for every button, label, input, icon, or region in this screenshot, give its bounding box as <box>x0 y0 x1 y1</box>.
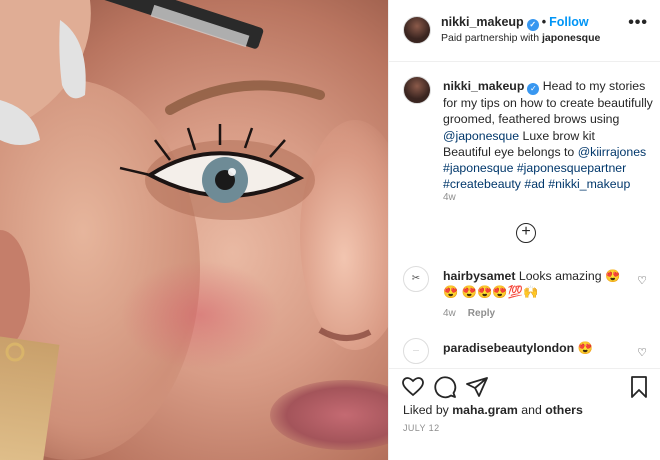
comment-username[interactable]: hairbysamet <box>443 269 515 283</box>
caption-hashtags[interactable]: #japonesque #japonesquepartner #createbe… <box>443 161 630 191</box>
separator-dot: • <box>541 15 547 29</box>
likes-prefix: Liked by <box>403 403 453 417</box>
post-detail-panel: nikki_makeup ✓ • Follow Paid partnership wi… <box>388 0 660 460</box>
verified-badge-icon: ✓ <box>527 83 540 95</box>
like-comment-heart-icon[interactable]: ♡ <box>637 274 647 287</box>
like-heart-icon[interactable] <box>401 375 425 399</box>
post-header: nikki_makeup ✓ • Follow Paid partnership wi… <box>389 0 660 62</box>
caption-avatar[interactable] <box>403 76 431 104</box>
caption-timestamp[interactable]: 4w <box>443 192 456 203</box>
likes-middle: and <box>517 403 546 417</box>
liker-username[interactable]: maha.gram <box>452 403 518 417</box>
mention-japonesque[interactable]: @japonesque <box>443 129 519 143</box>
action-icons-bar <box>401 375 651 401</box>
post-image[interactable] <box>0 0 388 460</box>
reply-button[interactable]: Reply <box>468 308 495 319</box>
caption-text-2: Luxe brow kit <box>519 128 595 143</box>
more-options-icon[interactable]: ••• <box>628 14 648 32</box>
comment-username[interactable]: paradisebeautylondon <box>443 341 574 355</box>
caption-text-3: Beautiful eye belongs to <box>443 144 578 159</box>
comments-list[interactable]: nikki_makeup ✓ Head to my stories for my … <box>389 62 660 368</box>
follow-button[interactable]: Follow <box>549 15 589 29</box>
load-more-comments-icon[interactable]: + <box>516 223 536 243</box>
paid-partnership-line: Paid partnership with japonesque <box>441 32 600 44</box>
caption-author[interactable]: nikki_makeup <box>443 79 524 93</box>
caption-text: nikki_makeup ✓ Head to my stories for my … <box>443 78 653 193</box>
verified-badge-icon: ✓ <box>526 19 539 31</box>
post-actions: Liked by maha.gram and others JULY 12 <box>389 368 660 460</box>
author-username[interactable]: nikki_makeup <box>441 15 524 29</box>
comment-bubble-icon[interactable] <box>433 375 457 399</box>
comment-time[interactable]: 4w <box>443 308 456 319</box>
face-details-illustration <box>0 0 372 362</box>
partnership-prefix: Paid partnership with <box>441 32 542 44</box>
mention-kiirrajones[interactable]: @kiirrajones <box>578 145 647 159</box>
share-send-icon[interactable] <box>465 375 489 399</box>
like-comment-heart-icon[interactable]: ♡ <box>637 346 647 359</box>
author-line: nikki_makeup ✓ • Follow <box>441 15 589 31</box>
post-date[interactable]: JULY 12 <box>403 423 440 433</box>
author-avatar[interactable] <box>403 16 431 44</box>
comment-text: hairbysamet Looks amazing 😍😍 😍😍😍💯🙌 <box>443 268 623 300</box>
likes-summary: Liked by maha.gram and others <box>403 403 583 417</box>
partner-link[interactable]: japonesque <box>542 32 600 44</box>
comment-body: 😍 <box>574 341 593 355</box>
commenter-avatar[interactable]: ✂ <box>403 266 429 292</box>
commenter-avatar[interactable]: ··· <box>403 338 429 364</box>
comment-text: paradisebeautylondon 😍 <box>443 340 623 356</box>
likes-others-link[interactable]: others <box>545 403 583 417</box>
save-bookmark-icon[interactable] <box>627 375 651 399</box>
comment-meta: 4w Reply <box>443 308 495 319</box>
